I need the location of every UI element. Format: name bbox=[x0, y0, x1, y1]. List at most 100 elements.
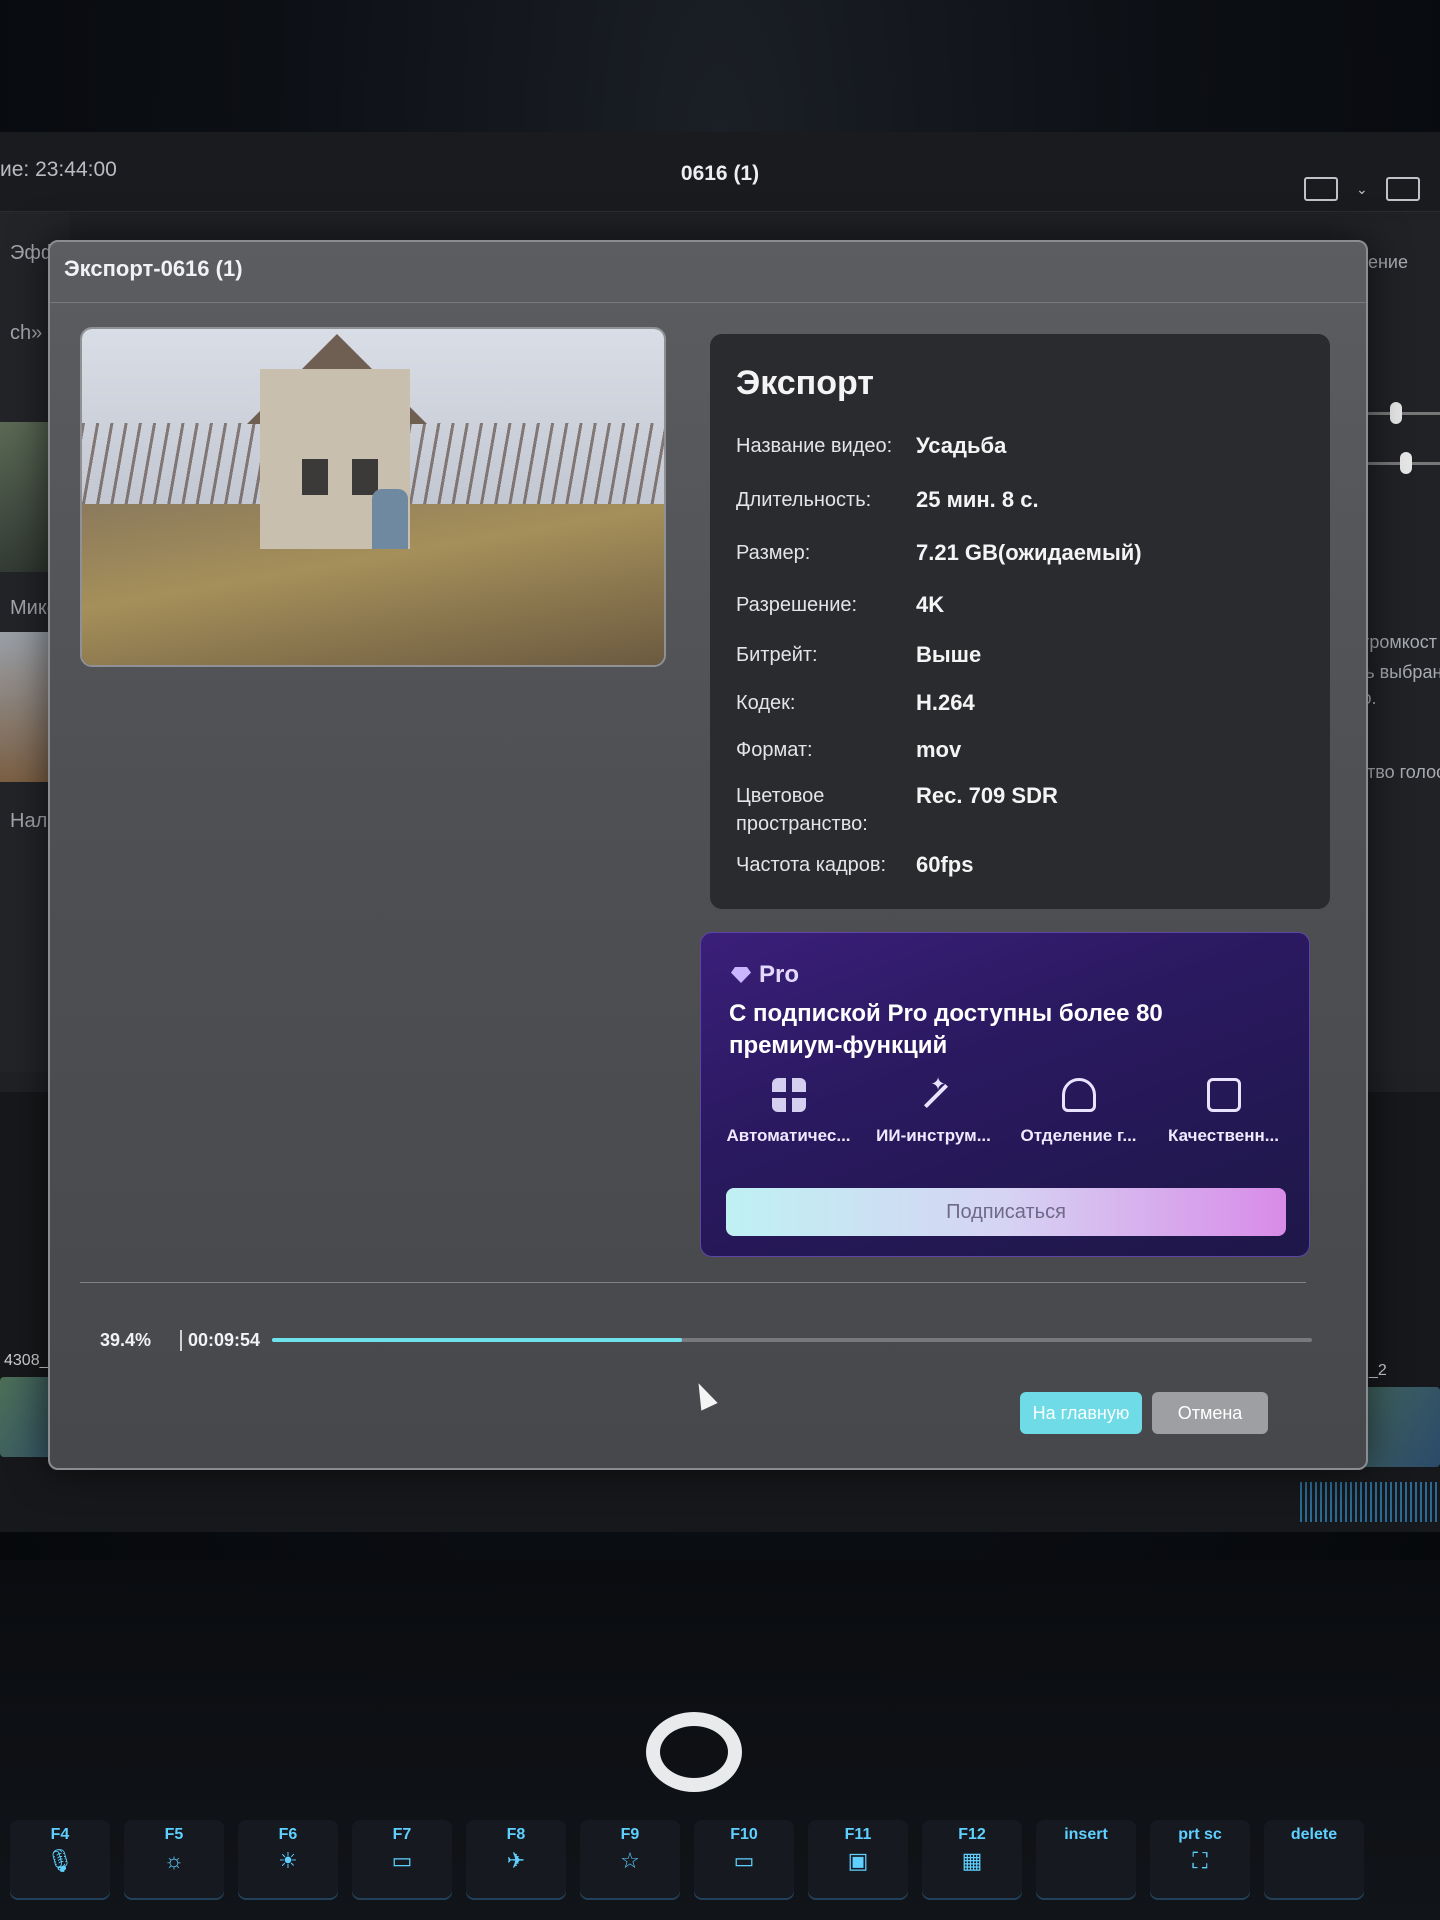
keyboard-key[interactable]: F8 ✈ bbox=[466, 1820, 566, 1900]
grid-icon bbox=[771, 1078, 806, 1112]
image-quality-icon bbox=[1206, 1078, 1241, 1112]
key-label: F6 bbox=[278, 1826, 298, 1843]
info-label: Формат: bbox=[736, 739, 813, 761]
feature-label: Автоматичес... bbox=[726, 1126, 851, 1145]
key-label: F7 bbox=[392, 1826, 412, 1843]
chevron-down-icon[interactable]: ⌄ bbox=[1356, 177, 1368, 201]
pro-description: С подпиской Pro доступны более 80 премиу… bbox=[729, 1000, 1163, 1059]
key-label: F11 bbox=[844, 1826, 872, 1843]
pro-badge: Pro bbox=[731, 961, 799, 989]
info-value: Rec. 709 SDR bbox=[916, 783, 1058, 808]
export-progress-fill bbox=[272, 1338, 682, 1342]
photo-frame: ие: 23:44:00 0616 (1) ⌄ Эфф ch» Микс Нал… bbox=[0, 0, 1440, 1920]
key-label: F9 bbox=[620, 1826, 640, 1843]
cancel-button[interactable]: Отмена bbox=[1152, 1392, 1268, 1434]
keyboard-key[interactable]: insert bbox=[1036, 1820, 1136, 1900]
key-label: F4 bbox=[50, 1826, 70, 1843]
key-glyph-icon: ▭ bbox=[391, 1848, 413, 1873]
key-glyph-icon: ▦ bbox=[961, 1848, 983, 1873]
info-row: Формат: mov bbox=[736, 736, 1316, 764]
key-label: F10 bbox=[730, 1826, 758, 1843]
feature-label: ИИ-инструм... bbox=[876, 1126, 991, 1145]
keyboard-key[interactable]: F7 ▭ bbox=[352, 1820, 452, 1900]
function-key-row: F4 🎙 F5 ☼ F6 ☀ F7 ▭ F8 ✈ F9 ☆ F10 ▭ F11 ▣ F12 ▦ insert prt … bbox=[10, 1820, 1430, 1900]
keyboard-key[interactable]: delete bbox=[1264, 1820, 1364, 1900]
info-value: 7.21 GB(ожидаемый) bbox=[916, 540, 1142, 565]
info-label: Разрешение: bbox=[736, 594, 858, 616]
keyboard-key[interactable]: F11 ▣ bbox=[808, 1820, 908, 1900]
magic-wand-icon bbox=[917, 1074, 951, 1112]
export-progress-bar bbox=[272, 1338, 1312, 1342]
video-preview bbox=[80, 327, 666, 667]
key-glyph-icon: ⛶ bbox=[1192, 1848, 1208, 1873]
pro-feature-cutout[interactable]: Отделение г... bbox=[1011, 1078, 1146, 1146]
keyboard-key[interactable]: F10 ▭ bbox=[694, 1820, 794, 1900]
key-label: F12 bbox=[958, 1826, 986, 1843]
pro-feature-quality[interactable]: Качественн... bbox=[1156, 1078, 1291, 1146]
info-label: Частота кадров: bbox=[736, 854, 887, 876]
feature-label: Качественн... bbox=[1168, 1126, 1279, 1145]
keyboard-shortcuts-icon[interactable] bbox=[1386, 177, 1420, 201]
info-row: Разрешение: 4K bbox=[736, 591, 1316, 619]
window-title: 0616 (1) bbox=[680, 162, 760, 185]
pro-badge-label: Pro bbox=[759, 961, 800, 988]
top-icons: ⌄ bbox=[1304, 177, 1420, 201]
keyboard-key[interactable]: F9 ☆ bbox=[580, 1820, 680, 1900]
info-value: Выше bbox=[916, 642, 982, 667]
pro-feature-list: Автоматичес... ИИ-инструм... Отделение г… bbox=[721, 1074, 1291, 1146]
keyboard-key[interactable]: F6 ☀ bbox=[238, 1820, 338, 1900]
keyboard-key[interactable]: F12 ▦ bbox=[922, 1820, 1022, 1900]
divider bbox=[80, 1282, 1306, 1283]
pro-feature-ai-tools[interactable]: ИИ-инструм... bbox=[866, 1074, 1001, 1146]
info-label: Цветовое пространство: bbox=[736, 785, 868, 835]
key-label: F5 bbox=[164, 1826, 184, 1843]
go-home-button[interactable]: На главную bbox=[1020, 1392, 1142, 1434]
divider bbox=[50, 302, 1366, 303]
preview-window bbox=[352, 459, 378, 495]
info-label: Битрейт: bbox=[736, 644, 818, 666]
progress-percent: 39.4% bbox=[100, 1330, 152, 1350]
key-glyph-icon: 🎙 bbox=[46, 1848, 74, 1873]
info-row: Длительность: 25 мин. 8 с. bbox=[736, 486, 1316, 514]
info-value: 60fps bbox=[916, 852, 974, 877]
key-label: delete bbox=[1290, 1826, 1338, 1843]
info-label: Кодек: bbox=[736, 692, 796, 714]
info-row: Цветовое пространство: Rec. 709 SDR bbox=[736, 782, 1316, 838]
export-info-card: Экспорт Название видео: Усадьба Длительн… bbox=[710, 334, 1330, 909]
left-search-hint: ch» bbox=[10, 322, 43, 344]
info-row: Частота кадров: 60fps bbox=[736, 851, 1316, 879]
keyboard-key[interactable]: prt sc ⛶ bbox=[1150, 1820, 1250, 1900]
key-glyph-icon: ☼ bbox=[163, 1848, 185, 1873]
key-label: insert bbox=[1064, 1826, 1108, 1843]
feature-label: Отделение г... bbox=[1020, 1126, 1137, 1145]
info-value: H.264 bbox=[916, 690, 975, 715]
app-topbar: ие: 23:44:00 0616 (1) ⌄ bbox=[0, 132, 1440, 212]
info-label: Название видео: bbox=[736, 435, 893, 457]
key-glyph-icon: ▭ bbox=[733, 1848, 755, 1873]
pro-promo-card: Pro С подпиской Pro доступны более 80 пр… bbox=[700, 932, 1310, 1257]
slider-handle[interactable] bbox=[1390, 402, 1402, 424]
slider-handle[interactable] bbox=[1400, 452, 1412, 474]
subscribe-button[interactable]: Подписаться bbox=[726, 1188, 1286, 1236]
laptop-screen: ие: 23:44:00 0616 (1) ⌄ Эфф ch» Микс Нал… bbox=[0, 132, 1440, 1532]
info-row: Кодек: H.264 bbox=[736, 689, 1316, 717]
key-label: prt sc bbox=[1178, 1826, 1222, 1843]
dialog-title: Экспорт-0616 (1) bbox=[64, 256, 243, 281]
keyboard-key[interactable]: F4 🎙 bbox=[10, 1820, 110, 1900]
pro-feature-auto[interactable]: Автоматичес... bbox=[721, 1078, 856, 1146]
keyboard-key[interactable]: F5 ☼ bbox=[124, 1820, 224, 1900]
info-value: mov bbox=[916, 737, 962, 762]
info-label: Размер: bbox=[736, 542, 811, 564]
info-value: Усадьба bbox=[916, 433, 1007, 458]
preview-window bbox=[302, 459, 328, 495]
info-row: Название видео: Усадьба bbox=[736, 432, 1316, 460]
laptop-logo-icon bbox=[646, 1712, 742, 1792]
audio-waveform bbox=[1300, 1482, 1440, 1522]
layout-icon[interactable] bbox=[1304, 177, 1338, 201]
preview-people bbox=[372, 489, 408, 549]
person-cutout-icon bbox=[1061, 1078, 1096, 1112]
export-dialog: Экспорт-0616 (1) Экспорт Название видео:… bbox=[48, 240, 1368, 1470]
info-value: 4K bbox=[916, 592, 945, 617]
key-label: F8 bbox=[506, 1826, 526, 1843]
key-glyph-icon: ☀ bbox=[278, 1848, 298, 1873]
